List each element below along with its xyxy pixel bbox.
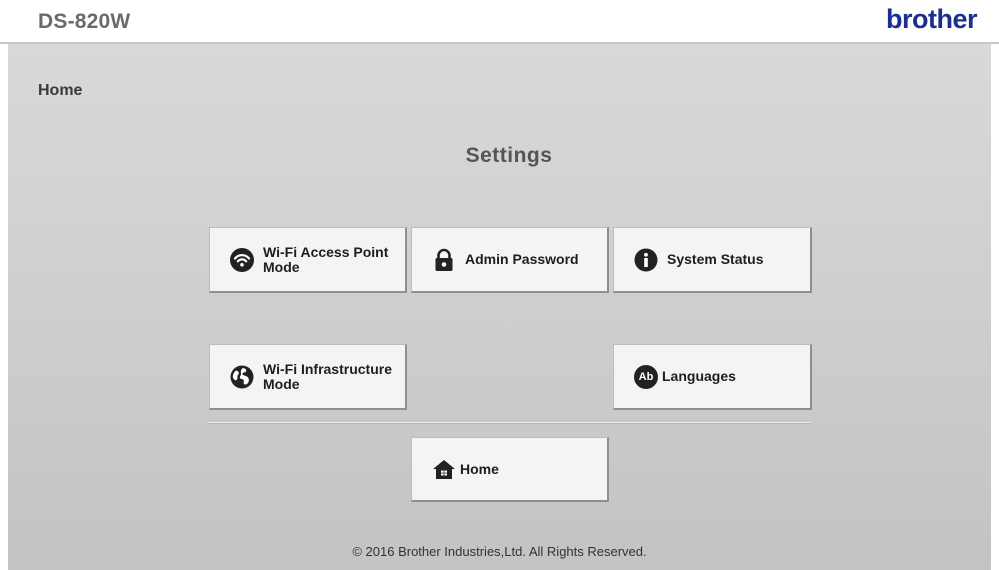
wifi-icon <box>230 247 254 272</box>
divider <box>208 422 811 424</box>
main-content: Home Settings Wi-Fi Access Point Mode Ad… <box>8 44 991 570</box>
wifi-infrastructure-mode-button[interactable]: Wi-Fi Infrastructure Mode <box>209 344 407 410</box>
system-status-label: System Status <box>667 251 764 267</box>
languages-icon-text: Ab <box>638 371 654 383</box>
wifi-access-point-mode-button[interactable]: Wi-Fi Access Point Mode <box>209 227 407 293</box>
breadcrumb: Home <box>38 82 83 99</box>
globe-icon <box>230 365 254 389</box>
page-title: Settings <box>465 144 553 167</box>
languages-icon: Ab <box>634 364 658 389</box>
wifi-infrastructure-mode-label: Wi-Fi Infrastructure Mode <box>263 360 392 392</box>
model-name: DS-820W <box>38 10 131 33</box>
info-icon <box>634 248 658 272</box>
header-bar: DS-820W brother <box>0 0 999 44</box>
copyright-footer: © 2016 Brother Industries,Ltd. All Right… <box>352 544 647 559</box>
home-icon <box>432 457 456 481</box>
admin-password-button[interactable]: Admin Password <box>411 227 609 293</box>
admin-password-label: Admin Password <box>465 251 579 267</box>
home-button-label: Home <box>460 460 499 477</box>
languages-button[interactable]: Ab Languages <box>613 344 812 410</box>
system-status-button[interactable]: System Status <box>613 227 812 293</box>
home-button[interactable]: Home <box>411 437 609 502</box>
languages-label: Languages <box>662 368 736 384</box>
brother-logo: brother <box>886 4 978 34</box>
lock-icon <box>432 248 456 272</box>
wifi-access-point-mode-label: Wi-Fi Access Point Mode <box>263 243 389 275</box>
